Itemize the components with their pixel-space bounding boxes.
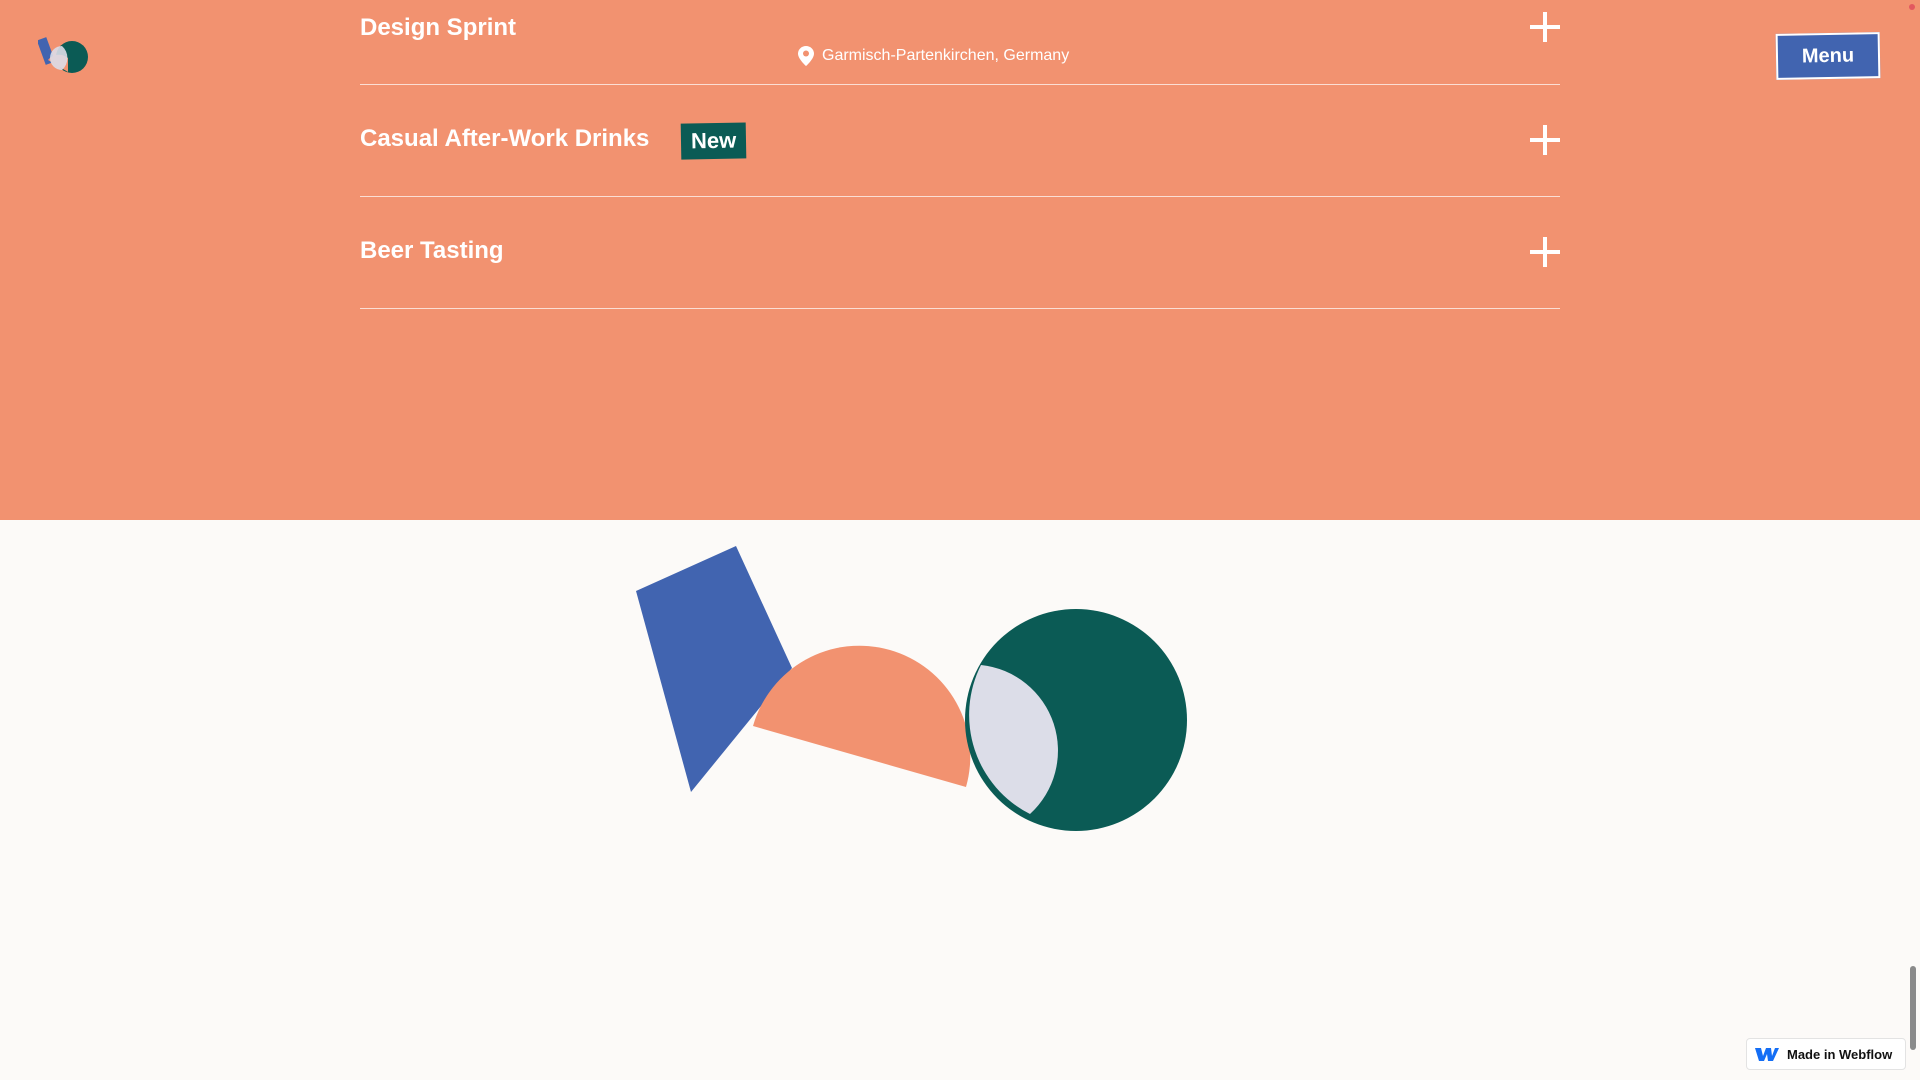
event-accordion: Design Sprint Garmisch-Partenkirchen, Ge… bbox=[360, 0, 1560, 309]
menu-button[interactable]: Menu bbox=[1775, 32, 1881, 80]
webflow-logo-icon bbox=[1755, 1048, 1779, 1061]
event-title: Beer Tasting bbox=[360, 237, 504, 264]
event-title: Design Sprint bbox=[360, 14, 517, 41]
plus-icon[interactable] bbox=[1530, 125, 1560, 155]
shapes-illustration bbox=[620, 540, 1200, 840]
accordion-item-design-sprint[interactable]: Design Sprint Garmisch-Partenkirchen, Ge… bbox=[360, 0, 1560, 85]
scrollbar-thumb[interactable] bbox=[1910, 966, 1916, 1050]
webflow-badge-label: Made in Webflow bbox=[1787, 1046, 1893, 1062]
new-badge: New bbox=[680, 122, 747, 160]
event-location: Garmisch-Partenkirchen, Germany bbox=[798, 46, 1069, 66]
blue-rectangle-shape bbox=[636, 546, 792, 792]
map-pin-icon bbox=[798, 46, 814, 66]
corner-dot bbox=[1909, 4, 1915, 10]
event-title: Casual After-Work Drinks bbox=[360, 125, 650, 152]
plus-icon[interactable] bbox=[1530, 12, 1560, 42]
accordion-item-beer-tasting[interactable]: Beer Tasting bbox=[360, 197, 1560, 309]
shapes-logo-icon[interactable] bbox=[36, 36, 94, 76]
accordion-item-casual-after-work-drinks[interactable]: Casual After-Work Drinks New bbox=[360, 85, 1560, 197]
plus-icon[interactable] bbox=[1530, 237, 1560, 267]
event-location-text: Garmisch-Partenkirchen, Germany bbox=[822, 47, 1070, 64]
made-in-webflow-badge[interactable]: Made in Webflow bbox=[1746, 1038, 1906, 1070]
menu-button-label: Menu bbox=[1801, 44, 1855, 67]
